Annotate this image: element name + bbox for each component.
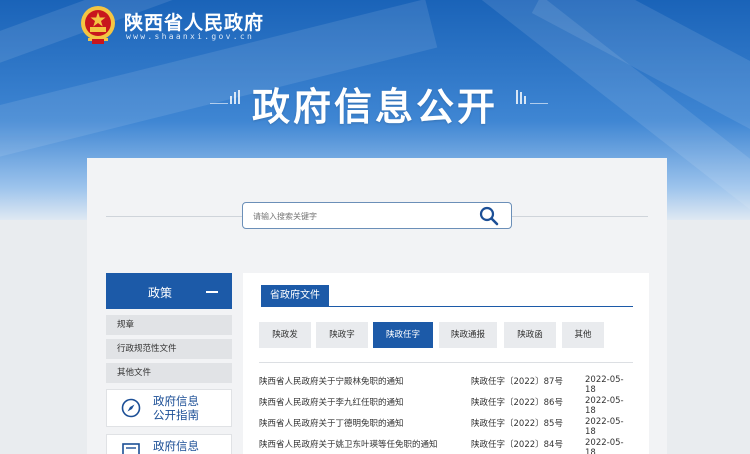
document-date: 2022-05-18 [585, 417, 624, 437]
document-number: 陕政任字〔2022〕85号 [471, 419, 563, 429]
document-title[interactable]: 陕西省人民政府关于李九红任职的通知 [259, 396, 404, 408]
sidebar-header-policy[interactable]: 政策 [106, 273, 232, 309]
document-date: 2022-05-18 [585, 438, 624, 454]
list-divider [259, 362, 633, 363]
card-title-line2: 公开指南 [153, 408, 199, 422]
tab-other[interactable]: 其他 [562, 322, 604, 348]
card-title-line1: 政府信息 [153, 439, 199, 453]
list-item[interactable]: 陕西省人民政府关于李九红任职的通知 陕政任字〔2022〕86号 2022-05-… [259, 396, 633, 416]
section-title-underline [261, 306, 633, 307]
search-divider-right [512, 216, 648, 217]
compass-icon [121, 398, 141, 418]
sidebar-header-label: 政策 [148, 286, 173, 300]
search-icon[interactable] [479, 206, 499, 226]
card-title-line1: 政府信息 [153, 394, 199, 408]
tab-shaanzhengrenzi[interactable]: 陕政任字 [373, 322, 433, 348]
banner-decoration-right [516, 90, 550, 104]
collapse-icon[interactable] [206, 291, 218, 293]
tab-shaanzhengzi[interactable]: 陕政字 [316, 322, 368, 348]
sidebar-item-regulations[interactable]: 规章 [106, 315, 232, 335]
sidebar-item-normative-documents[interactable]: 行政规范性文件 [106, 339, 232, 359]
search-input[interactable] [253, 208, 463, 224]
sidebar-card-disclosure-guide[interactable]: 政府信息 公开指南 [106, 389, 232, 427]
list-item[interactable]: 陕西省人民政府关于丁德明免职的通知 陕政任字〔2022〕85号 2022-05-… [259, 417, 633, 437]
tab-shaanzhengtongbao[interactable]: 陕政通报 [439, 322, 497, 348]
document-number: 陕政任字〔2022〕84号 [471, 440, 563, 450]
document-title[interactable]: 陕西省人民政府关于丁德明免职的通知 [259, 417, 404, 429]
document-title[interactable]: 陕西省人民政府关于宁殿林免职的通知 [259, 375, 404, 387]
sidebar-item-other-documents[interactable]: 其他文件 [106, 363, 232, 383]
search-box[interactable] [242, 202, 512, 229]
sidebar-card-disclosure[interactable]: 政府信息 [106, 434, 232, 454]
section-title-tab[interactable]: 省政府文件 [261, 285, 329, 307]
search-divider-left [106, 216, 242, 217]
page-title: 政府信息公开 [251, 85, 498, 129]
document-date: 2022-05-18 [585, 396, 624, 416]
national-emblem-icon[interactable] [80, 5, 116, 45]
document-number: 陕政任字〔2022〕86号 [471, 398, 563, 408]
document-title[interactable]: 陕西省人民政府关于姚卫东叶瑛等任免职的通知 [259, 438, 438, 450]
document-icon [122, 443, 140, 454]
list-item[interactable]: 陕西省人民政府关于宁殿林免职的通知 陕政任字〔2022〕87号 2022-05-… [259, 375, 633, 395]
site-url: www.shaanxi.gov.cn [126, 32, 255, 41]
document-date: 2022-05-18 [585, 375, 624, 395]
tab-shaanzhenghan[interactable]: 陕政函 [504, 322, 556, 348]
document-number: 陕政任字〔2022〕87号 [471, 377, 563, 387]
site-name[interactable]: 陕西省人民政府 [124, 8, 264, 35]
tab-shaanzhengfa[interactable]: 陕政发 [259, 322, 311, 348]
list-item[interactable]: 陕西省人民政府关于姚卫东叶瑛等任免职的通知 陕政任字〔2022〕84号 2022… [259, 438, 633, 454]
